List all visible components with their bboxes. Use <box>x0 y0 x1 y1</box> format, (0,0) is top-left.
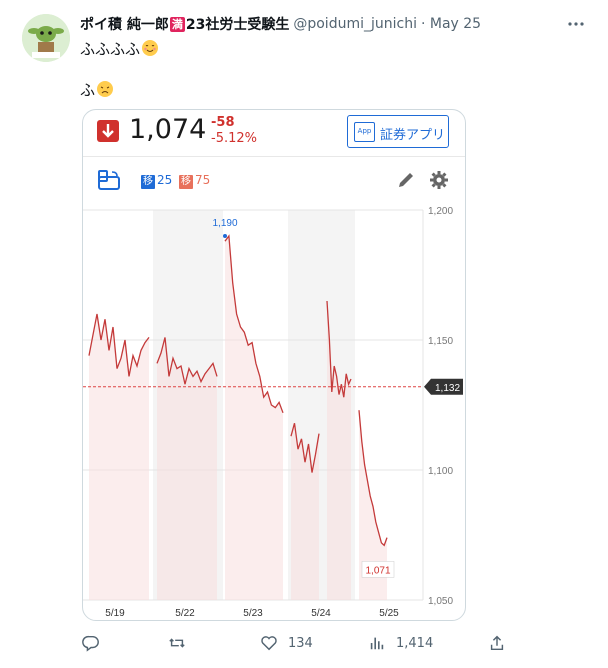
reply-icon <box>82 635 99 652</box>
tweet-text-line-2: ふ <box>80 79 114 100</box>
securities-app-button[interactable]: App 証券アプリ <box>347 115 449 148</box>
ma25-value: 25 <box>157 173 173 187</box>
tweet-date[interactable]: · May 25 <box>421 16 481 32</box>
stock-price: 1,074 <box>129 114 207 145</box>
retweet-icon <box>169 638 185 648</box>
x-tick-label: 5/24 <box>311 608 331 619</box>
tweet-header: ポイ積 純一郎 満 23社労士受験生 @poidumi_junichi · Ma… <box>80 14 568 34</box>
gear-icon[interactable] <box>428 169 450 191</box>
y-tick-label: 1,200 <box>428 206 453 217</box>
views-icon <box>370 637 384 650</box>
reference-label: 1,132 <box>435 383 460 394</box>
avatar[interactable] <box>22 14 70 62</box>
heart-icon <box>261 636 277 651</box>
down-arrow-icon <box>97 120 119 142</box>
y-tick-label: 1,150 <box>428 336 453 347</box>
smiling-face-icon <box>142 40 159 56</box>
share-icon <box>490 635 504 651</box>
views-count: 1,414 <box>396 635 434 651</box>
y-tick-label: 1,100 <box>428 466 453 477</box>
ma25-box: 移 <box>141 175 155 189</box>
ma75-value: 75 <box>195 173 211 187</box>
handle[interactable]: @poidumi_junichi <box>293 16 417 32</box>
x-tick-label: 5/22 <box>175 608 195 619</box>
price-chart-svg: 1,200 1,150 1,100 1,050 1,132 1,190 1,071 5/19 5… <box>83 206 463 619</box>
pencil-icon[interactable] <box>395 169 417 191</box>
retweet-button[interactable] <box>168 632 196 654</box>
rotate-screen-icon[interactable] <box>97 169 121 191</box>
price-change-pct: -5.12% <box>211 131 257 146</box>
display-name-suffix[interactable]: 23社労士受験生 <box>186 14 289 34</box>
low-label: 1,071 <box>365 565 390 576</box>
more-icon[interactable] <box>566 14 586 34</box>
app-icon: App <box>354 122 375 142</box>
ma75-box: 移 <box>179 175 193 189</box>
x-tick-label: 5/25 <box>379 608 399 619</box>
ma25-tag[interactable]: 移 25 <box>141 173 172 189</box>
price-chart[interactable]: 1,200 1,150 1,100 1,050 1,132 1,190 1,071 5/19 5… <box>83 206 465 620</box>
like-count: 134 <box>288 635 313 651</box>
name-badge: 満 <box>169 16 185 32</box>
quote-header: 1,074 -58 -5.12% App 証券アプリ <box>83 110 465 156</box>
like-button[interactable]: 134 <box>260 632 313 654</box>
tweet-text-line-1: ふふふふ <box>80 38 159 59</box>
y-tick-label: 1,050 <box>428 596 453 607</box>
stock-screenshot-card[interactable]: 1,074 -58 -5.12% App 証券アプリ 移 25 移 75 1,2… <box>82 109 466 621</box>
display-name[interactable]: ポイ積 純一郎 <box>80 14 169 34</box>
tweet-actions: 134 1,414 <box>80 628 518 658</box>
app-button-label: 証券アプリ <box>380 128 446 143</box>
chart-toolbar: 移 25 移 75 <box>83 156 465 206</box>
ma75-tag[interactable]: 移 75 <box>179 173 210 189</box>
views-button[interactable]: 1,414 <box>368 632 433 654</box>
tweet-text-1: ふふふふ <box>80 40 141 58</box>
high-label: 1,190 <box>212 218 237 229</box>
tweet-text-2: ふ <box>80 81 96 99</box>
share-button[interactable] <box>488 632 506 654</box>
x-tick-label: 5/19 <box>105 608 125 619</box>
high-marker <box>223 234 227 238</box>
disappointed-face-icon <box>97 81 114 97</box>
x-tick-label: 5/23 <box>243 608 263 619</box>
price-change: -58 <box>211 115 235 130</box>
reply-button[interactable] <box>82 632 110 654</box>
tweet[interactable]: ポイ積 純一郎 満 23社労士受験生 @poidumi_junichi · Ma… <box>0 0 608 668</box>
